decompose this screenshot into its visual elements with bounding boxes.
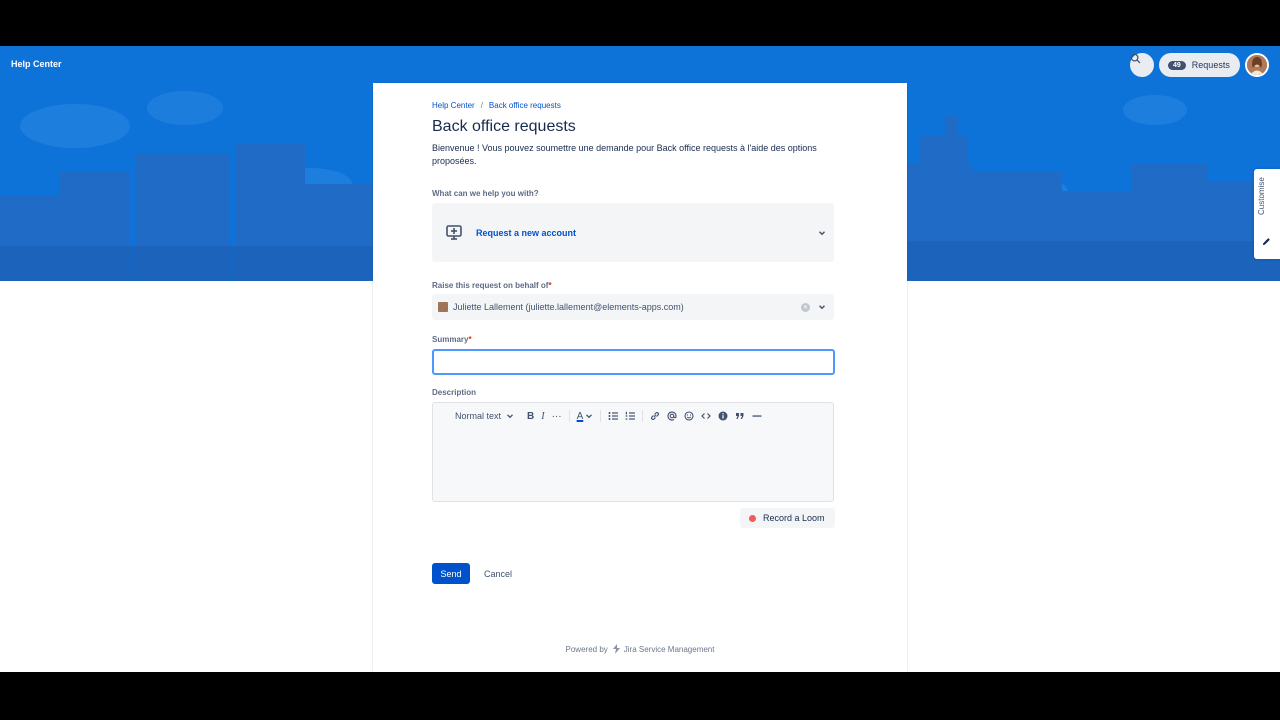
chevron-down-icon — [507, 414, 513, 419]
numbered-list-button[interactable] — [625, 411, 636, 421]
customise-tab[interactable]: Customise — [1254, 169, 1280, 259]
intro-text: Bienvenue ! Vous pouvez soumettre une de… — [432, 143, 817, 166]
request-form-card: Help Center / Back office requests Back … — [373, 83, 907, 672]
mention-button[interactable] — [667, 411, 677, 421]
request-type-label: What can we help you with? — [432, 189, 539, 198]
pencil-icon — [1262, 238, 1270, 246]
text-color-label: A — [576, 410, 584, 422]
requests-count-badge: 49 — [1168, 60, 1186, 70]
code-button[interactable] — [701, 411, 712, 421]
more-formatting-button[interactable]: ··· — [552, 411, 562, 422]
italic-button[interactable]: I — [541, 411, 544, 422]
chevron-down-icon — [819, 230, 825, 235]
record-loom-label: Record a Loom — [763, 513, 825, 523]
send-button[interactable]: Send — [432, 563, 470, 584]
breadcrumb-help-center[interactable]: Help Center — [432, 101, 475, 110]
reporter-avatar — [438, 302, 448, 312]
emoji-icon — [684, 411, 694, 421]
help-center-title[interactable]: Help Center — [11, 59, 62, 69]
search-button[interactable] — [1130, 53, 1154, 77]
emoji-button[interactable] — [684, 411, 694, 421]
monitor-add-icon — [446, 225, 462, 240]
breadcrumb-separator: / — [480, 101, 483, 110]
bullet-list-button[interactable] — [608, 411, 619, 421]
powered-by-text: Powered by — [565, 644, 608, 654]
chevron-down-icon — [586, 414, 593, 419]
link-button[interactable] — [650, 411, 660, 421]
editor-toolbar: Normal text B I ··· A — [433, 403, 833, 429]
toolbar-divider — [568, 410, 570, 422]
cancel-button[interactable]: Cancel — [477, 563, 519, 584]
profile-photo — [1247, 55, 1267, 75]
toolbar-divider — [642, 410, 644, 422]
breadcrumb: Help Center / Back office requests — [432, 101, 834, 110]
bold-button[interactable]: B — [527, 411, 534, 422]
mention-icon — [667, 411, 677, 421]
jira-service-management-icon — [612, 644, 620, 654]
quote-button[interactable] — [735, 411, 745, 421]
customise-label: Customise — [1257, 177, 1266, 215]
letterbox-top — [0, 0, 1280, 46]
summary-input[interactable] — [432, 349, 835, 375]
required-marker: * — [468, 335, 472, 344]
product-name[interactable]: Jira Service Management — [624, 645, 715, 654]
link-icon — [651, 412, 660, 420]
numbered-list-icon — [625, 411, 636, 420]
letterbox-bottom — [0, 672, 1280, 720]
behalf-label-text: Raise this request on behalf of — [432, 281, 549, 290]
breadcrumb-back-office-requests[interactable]: Back office requests — [489, 101, 561, 110]
info-panel-button[interactable] — [718, 411, 728, 421]
description-editor[interactable]: Normal text B I ··· A — [432, 402, 834, 502]
divider-button[interactable] — [752, 411, 762, 421]
info-icon — [718, 411, 728, 421]
description-label: Description — [432, 388, 477, 397]
behalf-value: Juliette Lallement (juliette.lallement@e… — [453, 302, 684, 312]
summary-label: Summary* — [432, 335, 834, 344]
code-icon — [701, 413, 712, 419]
horizontal-rule-icon — [752, 415, 762, 417]
clear-icon[interactable]: ✕ — [801, 302, 810, 312]
record-loom-button[interactable]: Record a Loom — [740, 508, 835, 528]
powered-by-footer: Powered by Jira Service Management — [373, 644, 907, 654]
required-marker: * — [548, 281, 552, 290]
request-type-value: Request a new account — [476, 227, 577, 238]
text-color-button[interactable]: A — [577, 411, 594, 422]
behalf-label: Raise this request on behalf of* — [432, 281, 834, 290]
page-title: Back office requests — [432, 118, 576, 135]
toolbar-divider — [600, 410, 602, 422]
chevron-down-icon — [819, 305, 825, 310]
quote-icon — [736, 413, 744, 419]
bullet-list-icon — [608, 412, 619, 420]
text-style-label: Normal text — [455, 411, 502, 421]
record-dot-icon — [749, 514, 756, 522]
requests-button[interactable]: 49 Requests — [1159, 53, 1240, 77]
behalf-select[interactable]: Juliette Lallement (juliette.lallement@e… — [432, 294, 834, 320]
help-center-page: Help Center 49 Requests Customise Help C… — [0, 46, 1280, 672]
search-icon — [1130, 53, 1141, 64]
request-type-select[interactable]: Request a new account — [432, 203, 834, 262]
text-style-dropdown[interactable]: Normal text — [455, 411, 514, 421]
requests-label: Requests — [1191, 60, 1230, 70]
summary-label-text: Summary — [432, 335, 469, 344]
user-avatar[interactable] — [1245, 53, 1269, 77]
